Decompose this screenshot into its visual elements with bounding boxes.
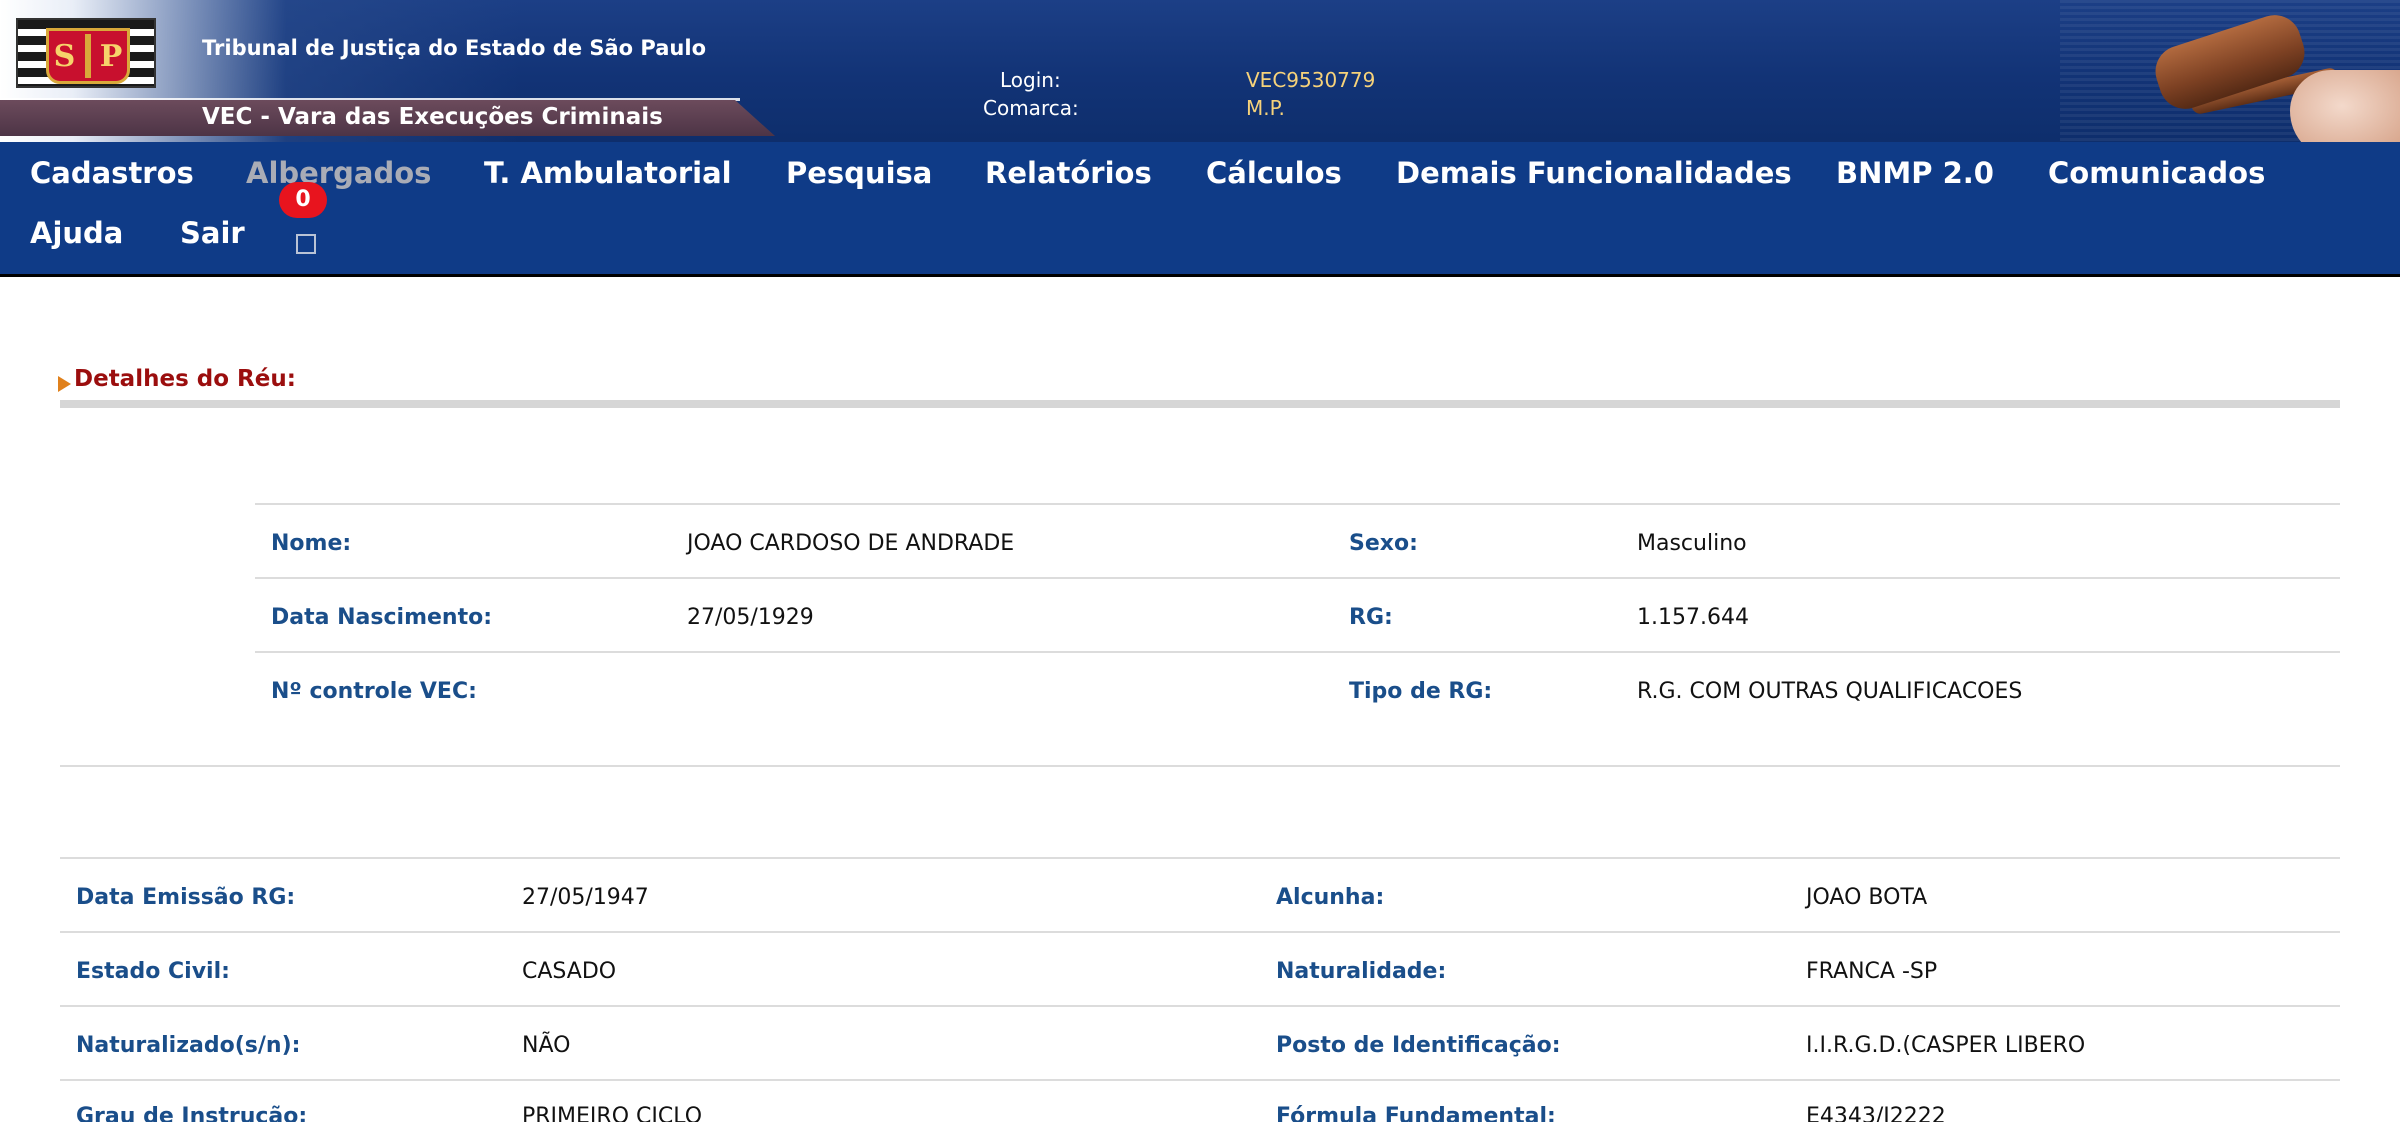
- estado-civil-label: Estado Civil:: [76, 959, 230, 984]
- row-divider: [60, 931, 2340, 933]
- naturalidade-label: Naturalidade:: [1276, 959, 1447, 984]
- formula-fundamental-value: E4343/I2222: [1806, 1104, 1946, 1122]
- posto-identificacao-label: Posto de Identificação:: [1276, 1033, 1561, 1058]
- logo-letter-p: P: [99, 38, 123, 74]
- row-divider: [60, 1079, 2340, 1081]
- state-flag-logo: S P: [16, 18, 156, 88]
- menu-albergados: Albergados: [246, 156, 432, 190]
- row-divider: [60, 857, 2340, 859]
- table-bottom-divider: [60, 765, 2340, 767]
- menu-pesquisa[interactable]: Pesquisa: [786, 156, 932, 190]
- notification-checkbox[interactable]: [296, 234, 316, 254]
- row-divider: [255, 577, 2340, 579]
- data-nascimento-label: Data Nascimento:: [271, 605, 492, 630]
- menu-demais-funcionalidades[interactable]: Demais Funcionalidades: [1396, 156, 1792, 190]
- login-label: Login:: [1000, 68, 1061, 92]
- tipo-rg-label: Tipo de RG:: [1349, 679, 1493, 704]
- grau-instrucao-value: PRIMEIRO CICLO: [522, 1104, 703, 1122]
- naturalidade-value: FRANCA -SP: [1806, 959, 1938, 984]
- comarca-value: M.P.: [1246, 96, 1285, 120]
- nome-value: JOAO CARDOSO DE ANDRADE: [687, 531, 1015, 556]
- grau-instrucao-label: Grau de Instrução:: [76, 1104, 308, 1122]
- section-divider: [60, 400, 2340, 408]
- alcunha-label: Alcunha:: [1276, 885, 1385, 910]
- menu-comunicados[interactable]: Comunicados: [2048, 156, 2265, 190]
- data-emissao-rg-label: Data Emissão RG:: [76, 885, 296, 910]
- section-arrow-icon: [58, 376, 71, 392]
- sexo-value: Masculino: [1637, 531, 1747, 556]
- row-divider: [60, 1005, 2340, 1007]
- menu-sair[interactable]: Sair: [180, 216, 245, 250]
- menu-tratamento-ambulatorial[interactable]: T. Ambulatorial: [484, 156, 732, 190]
- data-nascimento-value: 27/05/1929: [687, 605, 814, 630]
- comarca-label: Comarca:: [983, 96, 1079, 120]
- app-header: S P Tribunal de Justiça do Estado de São…: [0, 0, 2400, 160]
- formula-fundamental-label: Fórmula Fundamental:: [1276, 1104, 1556, 1122]
- menu-cadastros[interactable]: Cadastros: [30, 156, 194, 190]
- menu-bnmp[interactable]: BNMP 2.0: [1836, 156, 1994, 190]
- login-value: VEC9530779: [1246, 68, 1376, 92]
- naturalizado-value: NÃO: [522, 1033, 571, 1058]
- notification-count-badge[interactable]: 0: [279, 182, 327, 218]
- section-title: Detalhes do Réu:: [74, 366, 296, 392]
- nome-label: Nome:: [271, 531, 352, 556]
- logo-letter-s: S: [53, 38, 76, 74]
- rg-value: 1.157.644: [1637, 605, 1749, 630]
- controle-vec-label: Nº controle VEC:: [271, 679, 477, 704]
- naturalizado-label: Naturalizado(s/n):: [76, 1033, 301, 1058]
- system-name: VEC - Vara das Execuções Criminais: [202, 104, 663, 130]
- menu-relatorios[interactable]: Relatórios: [985, 156, 1152, 190]
- court-name: Tribunal de Justiça do Estado de São Pau…: [202, 36, 706, 60]
- estado-civil-value: CASADO: [522, 959, 617, 984]
- tipo-rg-value: R.G. COM OUTRAS QUALIFICACOES: [1637, 679, 2023, 704]
- sexo-label: Sexo:: [1349, 531, 1418, 556]
- rg-label: RG:: [1349, 605, 1393, 630]
- data-emissao-rg-value: 27/05/1947: [522, 885, 649, 910]
- menu-calculos[interactable]: Cálculos: [1206, 156, 1342, 190]
- alcunha-value: JOAO BOTA: [1806, 885, 1928, 910]
- coat-of-arms-icon: S P: [46, 28, 130, 84]
- row-divider: [255, 503, 2340, 505]
- gavel-image: [2060, 0, 2400, 160]
- posto-identificacao-value: I.I.R.G.D.(CASPER LIBERO: [1806, 1033, 2086, 1058]
- row-divider: [255, 651, 2340, 653]
- menu-ajuda[interactable]: Ajuda: [30, 216, 123, 250]
- main-menu: Cadastros Albergados T. Ambulatorial Pes…: [0, 142, 2400, 277]
